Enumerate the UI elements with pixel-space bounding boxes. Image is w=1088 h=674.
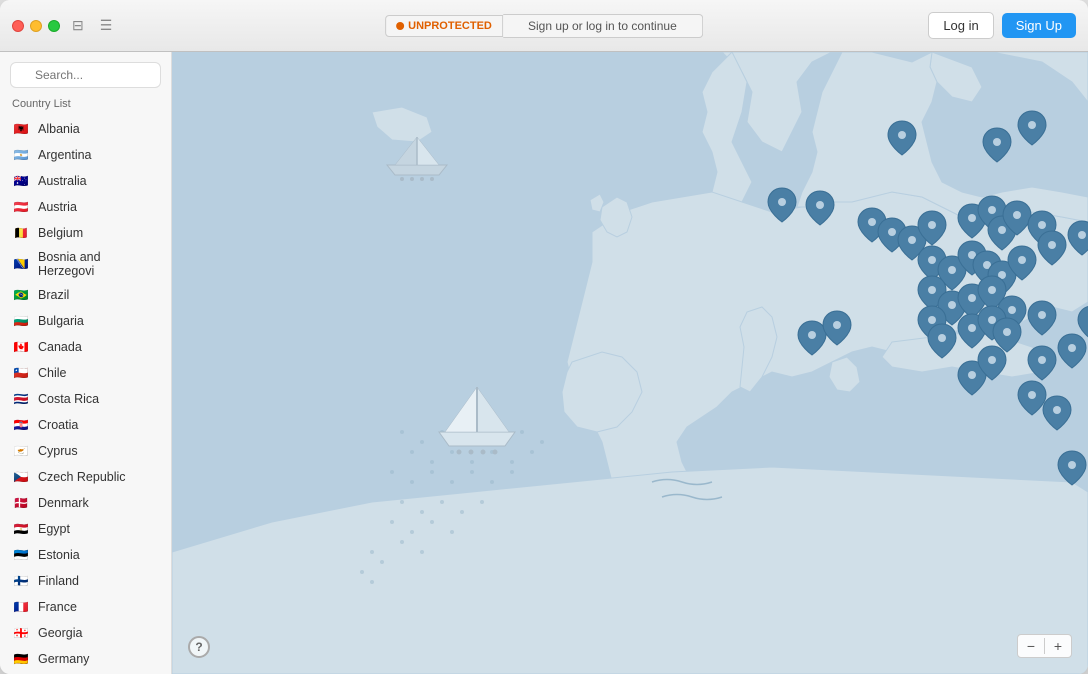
country-name: Argentina	[38, 148, 92, 162]
titlebar-center: UNPROTECTED Sign up or log in to continu…	[385, 14, 703, 38]
list-item[interactable]: 🇫🇷 France	[4, 594, 167, 620]
map-area[interactable]: ? − +	[172, 52, 1088, 674]
country-name: Albania	[38, 122, 80, 136]
close-button[interactable]	[12, 20, 24, 32]
country-name: Egypt	[38, 522, 70, 536]
country-flag: 🇨🇦	[12, 338, 30, 356]
country-flag: 🇦🇹	[12, 198, 30, 216]
list-item[interactable]: 🇭🇷 Croatia	[4, 412, 167, 438]
list-item[interactable]: 🇦🇺 Australia	[4, 168, 167, 194]
toolbar-left: ⊟ ☰	[68, 13, 116, 38]
maximize-button[interactable]	[48, 20, 60, 32]
main-content: 🔍 Country List 🇦🇱 Albania 🇦🇷 Argentina 🇦🇺 Aus…	[0, 52, 1088, 674]
search-wrapper: 🔍	[0, 52, 171, 94]
status-dot	[396, 22, 404, 30]
zoom-in-button[interactable]: +	[1045, 635, 1071, 657]
country-flag: 🇩🇰	[12, 494, 30, 512]
login-button[interactable]: Log in	[928, 12, 993, 39]
country-flag: 🇫🇮	[12, 572, 30, 590]
country-name: Germany	[38, 652, 89, 666]
list-item[interactable]: 🇩🇪 Germany	[4, 646, 167, 672]
titlebar-right: Log in Sign Up	[928, 12, 1076, 39]
country-flag: 🇬🇪	[12, 624, 30, 642]
list-item[interactable]: 🇪🇪 Estonia	[4, 542, 167, 568]
country-flag: 🇨🇱	[12, 364, 30, 382]
country-name: Austria	[38, 200, 77, 214]
list-item[interactable]: 🇨🇱 Chile	[4, 360, 167, 386]
list-item[interactable]: 🇧🇬 Bulgaria	[4, 308, 167, 334]
country-name: France	[38, 600, 77, 614]
list-item[interactable]: 🇦🇷 Argentina	[4, 142, 167, 168]
country-name: Brazil	[38, 288, 69, 302]
status-label: UNPROTECTED	[408, 20, 492, 32]
list-item[interactable]: 🇨🇾 Cyprus	[4, 438, 167, 464]
country-name: Bulgaria	[38, 314, 84, 328]
list-item[interactable]: 🇧🇦 Bosnia and Herzegovi	[4, 246, 167, 282]
country-name: Croatia	[38, 418, 78, 432]
country-flag: 🇩🇪	[12, 650, 30, 668]
country-name: Australia	[38, 174, 87, 188]
list-item[interactable]: 🇨🇷 Costa Rica	[4, 386, 167, 412]
list-item[interactable]: 🇩🇰 Denmark	[4, 490, 167, 516]
map-svg	[172, 52, 1088, 674]
status-badge: UNPROTECTED	[385, 15, 503, 37]
app-window: ⊟ ☰ UNPROTECTED Sign up or log in to con…	[0, 0, 1088, 674]
sidebar: 🔍 Country List 🇦🇱 Albania 🇦🇷 Argentina 🇦🇺 Aus…	[0, 52, 172, 674]
list-item[interactable]: 🇨🇿 Czech Republic	[4, 464, 167, 490]
country-flag: 🇧🇷	[12, 286, 30, 304]
country-flag: 🇪🇪	[12, 546, 30, 564]
list-item[interactable]: 🇦🇹 Austria	[4, 194, 167, 220]
list-item[interactable]: 🇧🇪 Belgium	[4, 220, 167, 246]
list-item[interactable]: 🇧🇷 Brazil	[4, 282, 167, 308]
country-name: Czech Republic	[38, 470, 126, 484]
titlebar: ⊟ ☰ UNPROTECTED Sign up or log in to con…	[0, 0, 1088, 52]
country-flag: 🇧🇬	[12, 312, 30, 330]
country-flag: 🇫🇷	[12, 598, 30, 616]
list-item[interactable]: 🇬🇪 Georgia	[4, 620, 167, 646]
country-flag: 🇭🇷	[12, 416, 30, 434]
list-item[interactable]: 🇨🇦 Canada	[4, 334, 167, 360]
country-flag: 🇨🇿	[12, 468, 30, 486]
list-item[interactable]: 🇦🇱 Albania	[4, 116, 167, 142]
country-name: Costa Rica	[38, 392, 99, 406]
country-flag: 🇦🇺	[12, 172, 30, 190]
country-name: Finland	[38, 574, 79, 588]
help-button[interactable]: ?	[188, 636, 210, 658]
country-name: Canada	[38, 340, 82, 354]
search-container: 🔍	[10, 62, 161, 88]
list-item[interactable]: 🇫🇮 Finland	[4, 568, 167, 594]
zoom-out-button[interactable]: −	[1018, 635, 1044, 657]
signup-button[interactable]: Sign Up	[1002, 13, 1076, 38]
minimize-button[interactable]	[30, 20, 42, 32]
country-name: Denmark	[38, 496, 89, 510]
country-name: Cyprus	[38, 444, 78, 458]
country-flag: 🇨🇷	[12, 390, 30, 408]
country-name: Georgia	[38, 626, 82, 640]
search-input[interactable]	[10, 62, 161, 88]
country-list: 🇦🇱 Albania 🇦🇷 Argentina 🇦🇺 Australia 🇦🇹 Austria…	[0, 116, 171, 674]
country-flag: 🇧🇪	[12, 224, 30, 242]
zoom-controls: − +	[1017, 634, 1072, 658]
list-item[interactable]: 🇪🇬 Egypt	[4, 516, 167, 542]
country-name: Bosnia and Herzegovi	[38, 250, 159, 278]
country-list-label: Country List	[0, 94, 171, 116]
country-flag: 🇨🇾	[12, 442, 30, 460]
country-flag: 🇪🇬	[12, 520, 30, 538]
country-flag: 🇦🇷	[12, 146, 30, 164]
traffic-lights	[12, 20, 60, 32]
country-name: Chile	[38, 366, 67, 380]
menu-icon[interactable]: ☰	[96, 13, 117, 38]
status-message: Sign up or log in to continue	[503, 14, 703, 38]
country-name: Estonia	[38, 548, 80, 562]
sidebar-toggle-icon[interactable]: ⊟	[68, 13, 88, 38]
country-flag: 🇦🇱	[12, 120, 30, 138]
country-flag: 🇧🇦	[12, 255, 30, 273]
country-name: Belgium	[38, 226, 83, 240]
